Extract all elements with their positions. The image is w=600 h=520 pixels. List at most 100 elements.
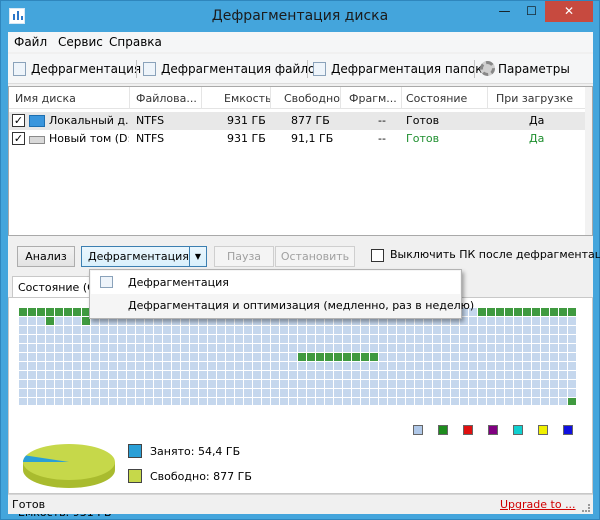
cluster-cell bbox=[541, 398, 549, 405]
defrag-icon bbox=[100, 276, 113, 288]
cluster-cell bbox=[208, 380, 216, 388]
shutdown-checkbox[interactable] bbox=[371, 249, 384, 262]
defrag-split-button[interactable]: Дефрагментация ▼ bbox=[81, 246, 207, 267]
cluster-cell bbox=[154, 398, 162, 405]
cluster-cell bbox=[235, 380, 243, 388]
cluster-cell bbox=[19, 398, 27, 405]
toolbar-defrag-button[interactable]: Дефрагментация bbox=[13, 59, 141, 79]
cluster-cell bbox=[208, 371, 216, 379]
cluster-cell bbox=[379, 380, 387, 388]
disk-c-checkbox[interactable]: ✓ bbox=[12, 114, 25, 127]
column-filesystem[interactable]: Файлова... bbox=[136, 92, 197, 105]
menu-help[interactable]: Справка bbox=[109, 35, 162, 49]
cluster-cell bbox=[514, 335, 522, 343]
shutdown-checkbox-label[interactable]: Выключить ПК после дефрагментации bbox=[390, 248, 600, 261]
cluster-cell bbox=[253, 380, 261, 388]
folder-icon bbox=[313, 62, 326, 76]
cluster-cell bbox=[316, 353, 324, 361]
cluster-cell bbox=[361, 353, 369, 361]
dropdown-item-defrag-optimize-label: Дефрагментация и оптимизация (медленно, … bbox=[128, 299, 475, 312]
cluster-cell bbox=[82, 362, 90, 370]
column-fragmented[interactable]: Фрагм... bbox=[349, 92, 397, 105]
cluster-cell bbox=[271, 398, 279, 405]
disk-d-checkbox[interactable]: ✓ bbox=[12, 132, 25, 145]
cluster-cell bbox=[190, 371, 198, 379]
toolbar-defrag-folders-button[interactable]: Дефрагментация папок bbox=[313, 59, 483, 79]
cluster-cell bbox=[442, 380, 450, 388]
disk-status: Готов bbox=[406, 114, 440, 127]
analyze-button[interactable]: Анализ bbox=[17, 246, 75, 267]
cluster-cell bbox=[199, 335, 207, 343]
cluster-cell bbox=[199, 326, 207, 334]
cluster-cell bbox=[199, 389, 207, 397]
cluster-cell bbox=[469, 335, 477, 343]
cluster-cell bbox=[100, 335, 108, 343]
toolbar-settings-label: Параметры bbox=[498, 62, 570, 76]
minimize-button[interactable]: — bbox=[491, 1, 518, 22]
cluster-cell bbox=[370, 389, 378, 397]
toolbar-separator bbox=[474, 60, 475, 78]
disk-fragmented: -- bbox=[378, 132, 386, 145]
disk-list-scrollbar[interactable] bbox=[585, 87, 592, 235]
column-free[interactable]: Свободно bbox=[284, 92, 340, 105]
tab-status[interactable]: Состояние (C:) bbox=[12, 276, 92, 298]
cluster-cell bbox=[469, 344, 477, 352]
disk-row-c[interactable]: ✓ Локальный д... NTFS 931 ГБ 877 ГБ -- Г… bbox=[9, 112, 587, 130]
cluster-cell bbox=[289, 326, 297, 334]
cluster-cell bbox=[406, 398, 414, 405]
pause-button[interactable]: Пауза bbox=[214, 246, 274, 267]
cluster-cell bbox=[307, 380, 315, 388]
cluster-cell bbox=[262, 335, 270, 343]
cluster-cell bbox=[379, 344, 387, 352]
stop-button[interactable]: Остановить bbox=[275, 246, 355, 267]
defrag-dropdown-menu: Дефрагментация Дефрагментация и оптимиза… bbox=[89, 269, 474, 319]
cluster-cell bbox=[127, 353, 135, 361]
cluster-cell bbox=[136, 371, 144, 379]
disk-row-d[interactable]: ✓ Новый том (D:) NTFS 931 ГБ 91,1 ГБ -- … bbox=[9, 130, 587, 148]
column-capacity[interactable]: Емкость bbox=[224, 92, 272, 105]
cluster-cell bbox=[361, 326, 369, 334]
column-on-boot[interactable]: При загрузке bbox=[496, 92, 573, 105]
cluster-cell bbox=[289, 362, 297, 370]
cluster-cell bbox=[136, 335, 144, 343]
toolbar-settings-button[interactable]: Параметры bbox=[480, 59, 570, 79]
cluster-cell bbox=[64, 344, 72, 352]
resize-grip[interactable] bbox=[582, 504, 590, 512]
cluster-cell bbox=[352, 380, 360, 388]
column-status[interactable]: Состояние bbox=[406, 92, 467, 105]
close-button[interactable]: ✕ bbox=[545, 1, 593, 22]
menu-service[interactable]: Сервис bbox=[58, 35, 103, 49]
cluster-cell bbox=[19, 371, 27, 379]
usage-pie-chart bbox=[23, 444, 115, 488]
cluster-cell bbox=[496, 362, 504, 370]
cluster-cell bbox=[46, 389, 54, 397]
disk-filesystem: NTFS bbox=[136, 114, 165, 127]
cluster-cell bbox=[55, 353, 63, 361]
cluster-cell bbox=[460, 389, 468, 397]
column-disk-name[interactable]: Имя диска bbox=[15, 92, 76, 105]
toolbar-defrag-files-button[interactable]: Дефрагментация файлов bbox=[143, 59, 322, 79]
defrag-split-button-label[interactable]: Дефрагментация bbox=[88, 247, 189, 266]
cluster-cell bbox=[496, 371, 504, 379]
cluster-cell bbox=[136, 362, 144, 370]
cluster-cell bbox=[550, 353, 558, 361]
cluster-cell bbox=[424, 362, 432, 370]
cluster-cell bbox=[172, 380, 180, 388]
upgrade-link[interactable]: Upgrade to ... bbox=[500, 498, 576, 511]
cluster-cell bbox=[109, 389, 117, 397]
cluster-cell bbox=[514, 308, 522, 316]
cluster-cell bbox=[433, 380, 441, 388]
cluster-cell bbox=[460, 371, 468, 379]
cluster-cell bbox=[298, 398, 306, 405]
chevron-down-icon[interactable]: ▼ bbox=[189, 247, 206, 266]
cluster-cell bbox=[325, 353, 333, 361]
legend-color-box bbox=[538, 425, 548, 435]
disk-list[interactable]: Имя диска Файлова... Емкость Свободно Фр… bbox=[8, 86, 593, 236]
cluster-cell bbox=[127, 344, 135, 352]
dropdown-item-defrag-optimize[interactable]: Дефрагментация и оптимизация (медленно, … bbox=[91, 294, 474, 317]
maximize-button[interactable]: ☐ bbox=[518, 1, 545, 22]
menu-file[interactable]: Файл bbox=[14, 35, 47, 49]
cluster-cell bbox=[190, 353, 198, 361]
cluster-cell bbox=[100, 380, 108, 388]
dropdown-item-defrag[interactable]: Дефрагментация bbox=[91, 271, 460, 294]
